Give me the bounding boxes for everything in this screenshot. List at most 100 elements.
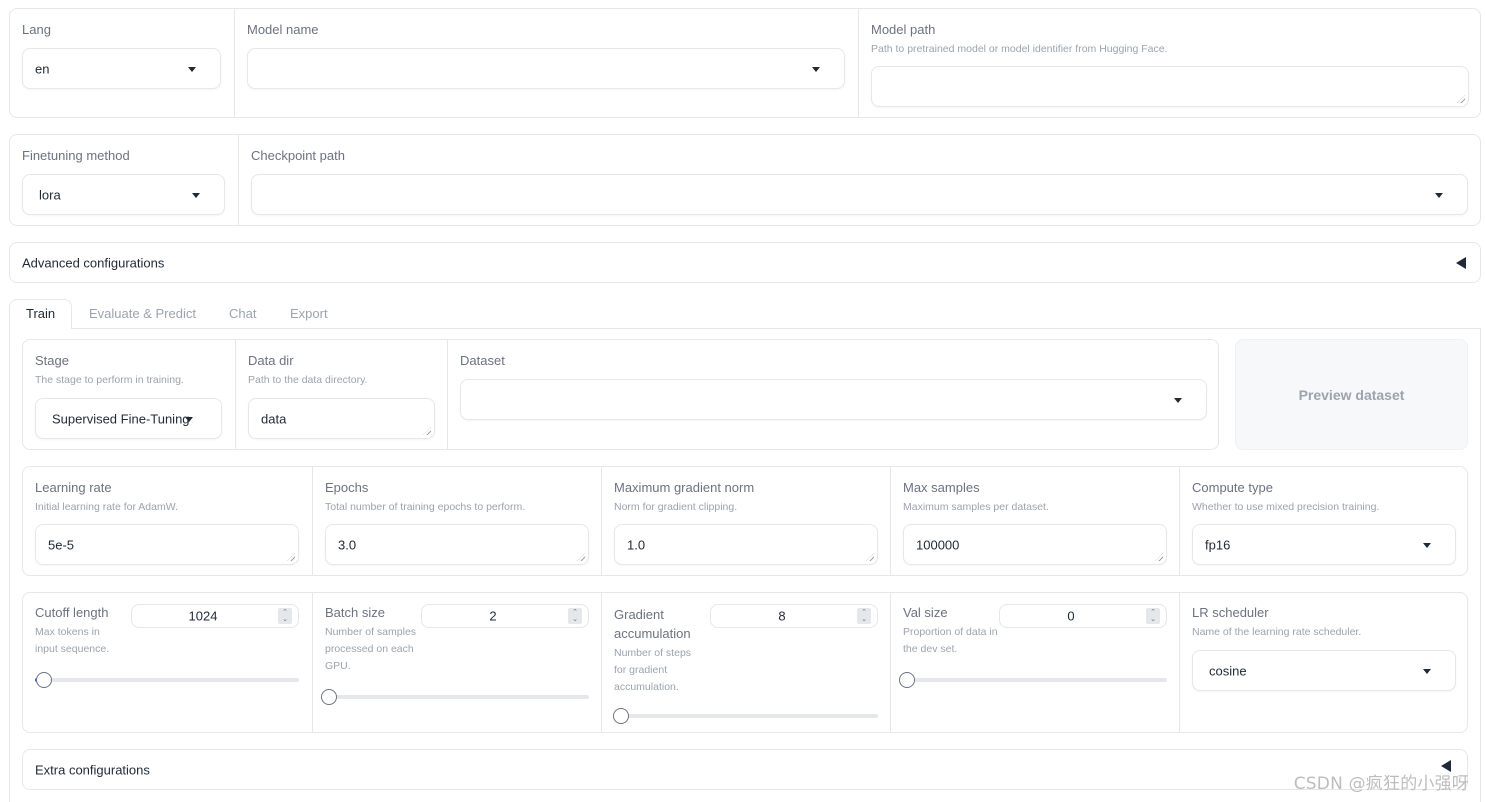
grad-accum-cell: Gradient accumulation 8 ⌃ ⌄ Number of ste… — [601, 593, 890, 732]
spinner-icon[interactable]: ⌃ ⌄ — [1146, 608, 1160, 624]
val-size-slider[interactable] — [899, 672, 1167, 688]
finetuning-method-dropdown[interactable]: lora — [22, 174, 225, 215]
lr-scheduler-value: cosine — [1209, 663, 1247, 678]
max-grad-norm-value: 1.0 — [627, 537, 646, 552]
max-samples-info: Maximum samples per dataset. — [903, 501, 1049, 513]
data-dir-value: data — [261, 411, 287, 426]
model-config-row: Lang en Model name Model path Path to pr… — [9, 8, 1481, 118]
finetune-config-row: Finetuning method lora Checkpoint path — [9, 134, 1481, 226]
data-dir-input[interactable]: data — [248, 398, 435, 439]
resize-handle-icon[interactable] — [287, 553, 295, 561]
tab-train[interactable]: Train — [26, 299, 55, 329]
lr-scheduler-label: LR scheduler — [1192, 605, 1269, 620]
epochs-label: Epochs — [325, 480, 369, 495]
grad-accum-number[interactable]: 8 ⌃ ⌄ — [710, 604, 878, 628]
chevron-down-icon — [185, 416, 193, 422]
data-dir-info: Path to the data directory. — [248, 374, 368, 386]
val-size-info: Proportion of data in the dev set. — [903, 626, 998, 655]
model-name-label: Model name — [247, 22, 319, 37]
stage-dropdown[interactable]: Supervised Fine-Tuning — [35, 398, 222, 439]
batch-size-slider[interactable] — [321, 689, 589, 705]
cutoff-length-slider[interactable] — [35, 672, 299, 688]
resize-handle-icon[interactable] — [1457, 95, 1465, 103]
stage-cell: Stage The stage to perform in training. … — [23, 340, 235, 449]
max-samples-label: Max samples — [903, 480, 980, 495]
preview-dataset-label: Preview dataset — [1298, 386, 1405, 403]
tab-export[interactable]: Export — [290, 299, 328, 329]
resize-handle-icon[interactable] — [1155, 553, 1163, 561]
chevron-down-icon — [1435, 192, 1443, 198]
model-name-dropdown[interactable] — [247, 48, 845, 89]
learning-rate-info: Initial learning rate for AdamW. — [35, 501, 178, 513]
data-config-row: Stage The stage to perform in training. … — [22, 339, 1219, 450]
compute-type-dropdown[interactable]: fp16 — [1192, 524, 1456, 565]
advanced-configurations-accordion[interactable]: Advanced configurations — [9, 242, 1481, 283]
chevron-down-icon — [188, 66, 196, 72]
spinner-icon[interactable]: ⌃ ⌄ — [857, 608, 871, 624]
watermark: CSDN @疯狂的小强呀 — [1293, 774, 1469, 794]
lang-label: Lang — [22, 22, 51, 37]
checkpoint-path-dropdown[interactable] — [251, 174, 1468, 215]
resize-handle-icon[interactable] — [866, 553, 874, 561]
learning-rate-label: Learning rate — [35, 480, 112, 495]
slider-thumb[interactable] — [899, 672, 915, 688]
max-samples-cell: Max samples Maximum samples per dataset.… — [890, 467, 1179, 575]
lang-dropdown[interactable]: en — [22, 48, 221, 89]
learning-rate-value: 5e-5 — [48, 537, 75, 552]
dataset-dropdown[interactable] — [460, 379, 1207, 420]
cutoff-length-info: Max tokens in input sequence. — [35, 626, 110, 655]
resize-handle-icon[interactable] — [423, 427, 431, 435]
dataset-cell: Dataset — [447, 340, 1218, 449]
val-size-cell: Val size 0 ⌃ ⌄ Proportion of data in the … — [890, 593, 1179, 732]
grad-accum-label: Gradient accumulation — [614, 607, 691, 641]
learning-rate-cell: Learning rate Initial learning rate for … — [23, 467, 312, 575]
val-size-number[interactable]: 0 ⌃ ⌄ — [999, 604, 1167, 628]
spinner-icon[interactable]: ⌃ ⌄ — [278, 608, 292, 624]
tab-panel-border — [9, 329, 10, 802]
epochs-input[interactable]: 3.0 — [325, 524, 589, 565]
max-samples-value: 100000 — [916, 537, 960, 552]
cutoff-length-label: Cutoff length — [35, 605, 109, 620]
epochs-value: 3.0 — [338, 537, 357, 552]
batch-size-value: 2 — [489, 608, 497, 624]
tab-evaluate-predict[interactable]: Evaluate & Predict — [89, 299, 196, 329]
batch-size-number[interactable]: 2 ⌃ ⌄ — [421, 604, 589, 628]
collapse-arrow-icon[interactable] — [1456, 256, 1466, 269]
stage-value: Supervised Fine-Tuning — [52, 411, 190, 426]
lr-scheduler-dropdown[interactable]: cosine — [1192, 650, 1456, 691]
compute-type-info: Whether to use mixed precision training. — [1192, 501, 1380, 513]
max-grad-norm-cell: Maximum gradient norm Norm for gradient … — [601, 467, 890, 575]
val-size-label: Val size — [903, 605, 948, 620]
max-grad-norm-info: Norm for gradient clipping. — [614, 501, 738, 513]
lang-value: en — [35, 61, 50, 76]
learning-rate-input[interactable]: 5e-5 — [35, 524, 299, 565]
batch-size-label: Batch size — [325, 605, 385, 620]
max-grad-norm-input[interactable]: 1.0 — [614, 524, 878, 565]
model-name-cell: Model name — [234, 9, 858, 117]
stage-info: The stage to perform in training. — [35, 374, 184, 386]
slider-thumb[interactable] — [612, 708, 629, 724]
cutoff-length-number[interactable]: 1024 ⌃ ⌄ — [131, 604, 299, 628]
grad-accum-info: Number of steps for gradient accumulatio… — [614, 647, 692, 693]
chevron-down-icon — [192, 192, 200, 198]
tab-chat[interactable]: Chat — [229, 299, 256, 329]
spinner-icon[interactable]: ⌃ ⌄ — [568, 608, 582, 624]
compute-type-cell: Compute type Whether to use mixed precis… — [1179, 467, 1467, 575]
preview-dataset-button[interactable]: Preview dataset — [1235, 339, 1468, 450]
val-size-value: 0 — [1067, 608, 1075, 624]
slider-row: Cutoff length 1024 ⌃ ⌄ Max tokens in inpu… — [22, 592, 1468, 733]
tab-baseline — [72, 328, 1481, 329]
model-path-input[interactable] — [871, 66, 1469, 107]
compute-type-value: fp16 — [1205, 537, 1231, 552]
max-samples-input[interactable]: 100000 — [903, 524, 1167, 565]
hyperparameter-row: Learning rate Initial learning rate for … — [22, 466, 1468, 576]
extra-configurations-label: Extra configurations — [35, 762, 150, 777]
model-path-info: Path to pretrained model or model identi… — [871, 43, 1168, 55]
slider-thumb[interactable] — [36, 672, 53, 688]
slider-thumb[interactable] — [321, 689, 337, 705]
resize-handle-icon[interactable] — [577, 553, 585, 561]
lang-cell: Lang en — [10, 9, 234, 117]
extra-configurations-accordion[interactable]: Extra configurations — [22, 749, 1468, 790]
data-dir-label: Data dir — [248, 353, 294, 368]
grad-accum-slider[interactable] — [612, 708, 878, 724]
